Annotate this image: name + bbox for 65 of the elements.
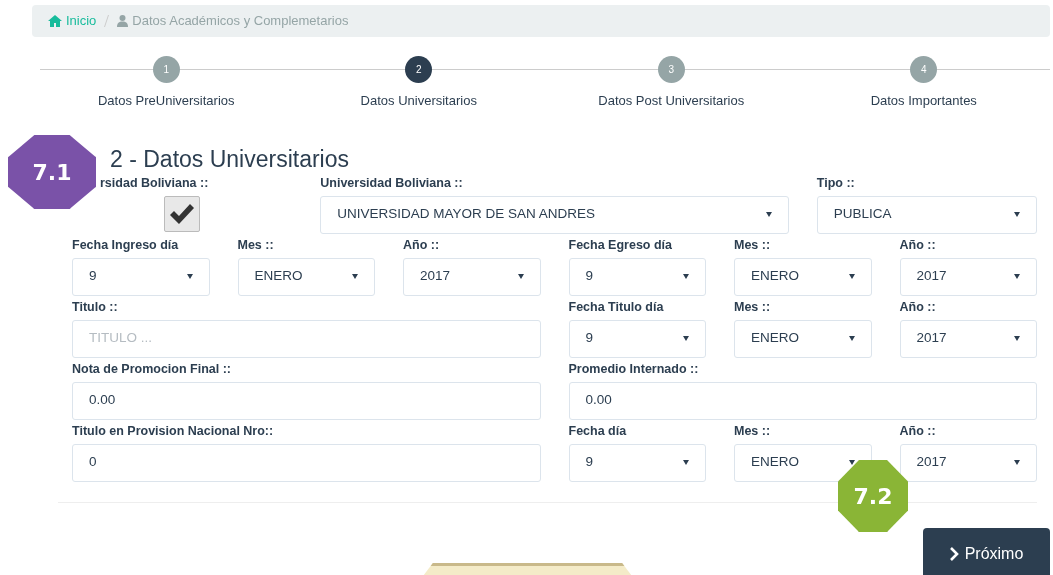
field-label: Año :: [899,298,937,315]
home-icon [48,15,62,27]
field-label: Titulo en Provision Nacional Nro:: [72,422,275,439]
input-field[interactable]: 0.00 [72,381,541,420]
caret-icon [683,336,689,341]
select-field[interactable]: 9 [568,319,706,358]
field-label: Titulo :: [72,298,119,315]
caret-icon [1014,336,1020,341]
callout-tooltip: 7.1 [8,135,96,209]
input-field[interactable]: 0 [72,443,541,482]
user-icon [117,15,129,27]
caret-icon [765,212,772,217]
step-label[interactable]: Datos Post Universitarios [598,91,745,111]
field-label: Nota de Promocion Final :: [72,360,233,377]
section-title: 2 - Datos Universitarios [110,144,351,173]
select-field[interactable]: UNIVERSIDAD MAYOR DE SAN ANDRES [320,195,789,234]
chevron-icon [949,547,959,561]
caret-icon [517,274,524,279]
caret-icon [1014,212,1020,217]
select-field[interactable]: ENERO [734,257,872,296]
breadcrumb-current: Datos Académicos y Complemetarios [132,12,349,31]
callout-tooltip: 7.2 [838,460,908,532]
next-button[interactable]: Próximo [923,528,1050,575]
select-field[interactable]: ENERO [734,319,872,358]
select-field[interactable]: 2017 [899,319,1037,358]
step-label[interactable]: Datos PreUniversitarios [97,91,235,111]
caret-icon [186,274,193,279]
field-label: Año :: [899,236,937,253]
select-field[interactable]: 2017 [403,257,541,296]
field-label: Año :: [403,236,441,253]
field-label: Fecha día [568,422,628,439]
field-label: rsidad Boliviana :: [100,174,210,191]
select-field[interactable]: 9 [568,257,706,296]
caret-icon [683,460,689,465]
caret-icon [352,274,358,279]
field-label: Año :: [899,422,937,439]
input-field[interactable]: 0.00 [568,381,1037,420]
caret-icon [848,336,855,341]
field-label: Mes :: [237,236,275,253]
field-label: Fecha Egreso día [568,236,673,253]
caret-icon [683,274,689,279]
field-label: Universidad Boliviana :: [320,174,464,191]
select-field[interactable]: 9 [568,443,706,482]
field-label: Fecha Ingreso día [72,236,180,253]
caret-icon [1014,274,1020,279]
field-label: Mes :: [734,236,772,253]
step-label[interactable]: Datos Universitarios [360,91,477,111]
select-field[interactable]: ENERO [237,257,375,296]
checkmark-icon [169,202,196,225]
field-label: Promedio Internado :: [568,360,700,377]
field-label: Tipo :: [816,174,856,191]
caret-icon [1014,460,1020,465]
caret-icon [848,274,855,279]
select-field[interactable]: 9 [72,257,210,296]
select-field[interactable]: ENERO [734,443,872,482]
field-label: Mes :: [734,422,772,439]
step-label[interactable]: Datos Importantes [870,91,977,111]
select-field[interactable]: 2017 [899,443,1037,482]
field-label: Mes :: [734,298,772,315]
slash-separator-icon [104,15,110,27]
step-number[interactable]: 2 [405,56,433,83]
select-field[interactable]: PUBLICA [816,195,1037,234]
field-label: Fecha Titulo día [568,298,665,315]
checkbox[interactable] [164,195,201,232]
select-field[interactable]: 2017 [899,257,1037,296]
